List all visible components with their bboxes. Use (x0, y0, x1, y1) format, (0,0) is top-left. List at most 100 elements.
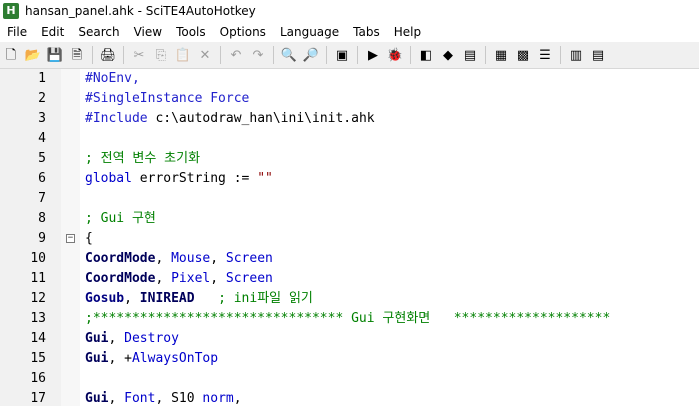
toolbar-separator (220, 46, 221, 64)
code-text: Gui, +AlwaysOnTop (85, 349, 218, 369)
undo-icon[interactable]: ↶ (226, 45, 246, 65)
delete-icon[interactable]: ✕ (195, 45, 215, 65)
doc2-icon[interactable]: ▤ (588, 45, 608, 65)
print-icon[interactable]: 🖨 (98, 45, 118, 65)
code-token: norm (202, 391, 234, 406)
code-text: ; 전역 변수 초기화 (85, 149, 200, 169)
code-token: , (210, 271, 226, 286)
code-text: #Include c:\autodraw_han\ini\init.ahk (85, 109, 375, 129)
code-token: , S10 (155, 391, 203, 406)
code-line[interactable]: 12 Gosub, INIREAD ; ini파일 읽기 (0, 289, 699, 309)
gallery-icon[interactable]: ▩ (513, 45, 533, 65)
menu-view[interactable]: View (127, 25, 169, 39)
code-line[interactable]: 9 − { (0, 229, 699, 249)
code-token: Mouse (171, 251, 211, 266)
code-token: Screen (225, 271, 273, 286)
code-token: , (210, 251, 226, 266)
notes-icon[interactable]: ▦ (491, 45, 511, 65)
settings-icon[interactable]: ▤ (460, 45, 480, 65)
menu-search[interactable]: Search (71, 25, 126, 39)
menu-edit[interactable]: Edit (34, 25, 71, 39)
line-number: 5 (38, 151, 46, 166)
code-token: #NoEnv, (85, 71, 140, 86)
code-editor[interactable]: 1 #NoEnv, 2 #SingleInstance Force 3 #Include … (0, 69, 699, 406)
code-token: , (124, 291, 140, 306)
code-token: ; Gui 구현 (85, 211, 156, 226)
code-text: { (85, 229, 93, 249)
code-text: Gui, Font, S10 norm, (85, 389, 242, 406)
code-token: Gui (85, 331, 109, 346)
code-token: , (233, 391, 242, 406)
code-token: Gosub (85, 291, 125, 306)
new-file-icon[interactable]: 🗋 (1, 45, 21, 65)
debug-icon[interactable]: 🐞 (385, 45, 405, 65)
line-number: 3 (38, 111, 46, 126)
code-line[interactable]: 14 Gui, Destroy (0, 329, 699, 349)
code-line[interactable]: 15 Gui, +AlwaysOnTop (0, 349, 699, 369)
list-icon[interactable]: ☰ (535, 45, 555, 65)
code-text: CoordMode, Mouse, Screen (85, 249, 273, 269)
toolbar-separator (357, 46, 358, 64)
line-number: 12 (30, 291, 46, 306)
code-line[interactable]: 1 #NoEnv, (0, 69, 699, 89)
script-icon[interactable]: ▣ (332, 45, 352, 65)
title-bar: H hansan_panel.ahk - SciTE4AutoHotkey (0, 0, 699, 22)
code-line[interactable]: 2 #SingleInstance Force (0, 89, 699, 109)
cut-icon[interactable]: ✂ (129, 45, 149, 65)
code-line[interactable]: 8 ; Gui 구현 (0, 209, 699, 229)
code-token: c:\autodraw_han\ini\init.ahk (155, 111, 375, 126)
toolbar-separator (92, 46, 93, 64)
code-text: global errorString := "" (85, 169, 273, 189)
code-line[interactable]: 13 ;******************************** Gui … (0, 309, 699, 329)
menu-tabs[interactable]: Tabs (346, 25, 387, 39)
line-number: 14 (30, 331, 46, 346)
code-line[interactable]: 6 global errorString := "" (0, 169, 699, 189)
fold-toggle-icon[interactable]: − (66, 234, 75, 243)
menu-language[interactable]: Language (273, 25, 346, 39)
find-icon[interactable]: 🔍 (279, 45, 299, 65)
copy-icon[interactable]: ⎘ (151, 45, 171, 65)
save-icon[interactable]: 💾 (45, 45, 65, 65)
code-line[interactable]: 11 CoordMode, Pixel, Screen (0, 269, 699, 289)
code-line[interactable]: 17 Gui, Font, S10 norm, (0, 389, 699, 406)
line-number: 8 (38, 211, 46, 226)
close-file-icon[interactable]: 🗎 (67, 45, 87, 65)
doc-icon[interactable]: ▥ (566, 45, 586, 65)
menu-options[interactable]: Options (213, 25, 273, 39)
code-text: CoordMode, Pixel, Screen (85, 269, 273, 289)
code-token: Gui (85, 391, 109, 406)
code-line[interactable]: 4 (0, 129, 699, 149)
replace-icon[interactable]: 🔎 (301, 45, 321, 65)
window-spy-icon[interactable]: ◧ (416, 45, 436, 65)
menu-help[interactable]: Help (387, 25, 428, 39)
code-line[interactable]: 5 ; 전역 변수 초기화 (0, 149, 699, 169)
open-folder-icon[interactable]: 📂 (23, 45, 43, 65)
toolbar-separator (560, 46, 561, 64)
code-line[interactable]: 3 #Include c:\autodraw_han\ini\init.ahk (0, 109, 699, 129)
code-text: ; Gui 구현 (85, 209, 156, 229)
code-text: #SingleInstance Force (85, 89, 249, 109)
menu-tools[interactable]: Tools (169, 25, 213, 39)
code-line[interactable]: 16 (0, 369, 699, 389)
line-number: 17 (30, 391, 46, 406)
code-line[interactable]: 10 CoordMode, Mouse, Screen (0, 249, 699, 269)
line-number: 1 (38, 71, 46, 86)
line-number: 9 (38, 231, 46, 246)
redo-icon[interactable]: ↷ (248, 45, 268, 65)
code-token: CoordMode (85, 271, 156, 286)
menu-bar: File Edit Search View Tools Options Language Ta… (0, 22, 699, 42)
cube-icon[interactable]: ◆ (438, 45, 458, 65)
menu-file[interactable]: File (0, 25, 34, 39)
line-number: 7 (38, 191, 46, 206)
code-line[interactable]: 7 (0, 189, 699, 209)
paste-icon[interactable]: 📋 (173, 45, 193, 65)
line-number: 10 (30, 251, 46, 266)
code-token: CoordMode (85, 251, 156, 266)
run-icon[interactable]: ▶ (363, 45, 383, 65)
code-token: #SingleInstance Force (85, 91, 250, 106)
code-token: ;******************************** Gui 구현… (85, 311, 611, 326)
code-token: , + (108, 351, 132, 366)
window-title: hansan_panel.ahk - SciTE4AutoHotkey (25, 4, 256, 18)
line-number: 15 (30, 351, 46, 366)
